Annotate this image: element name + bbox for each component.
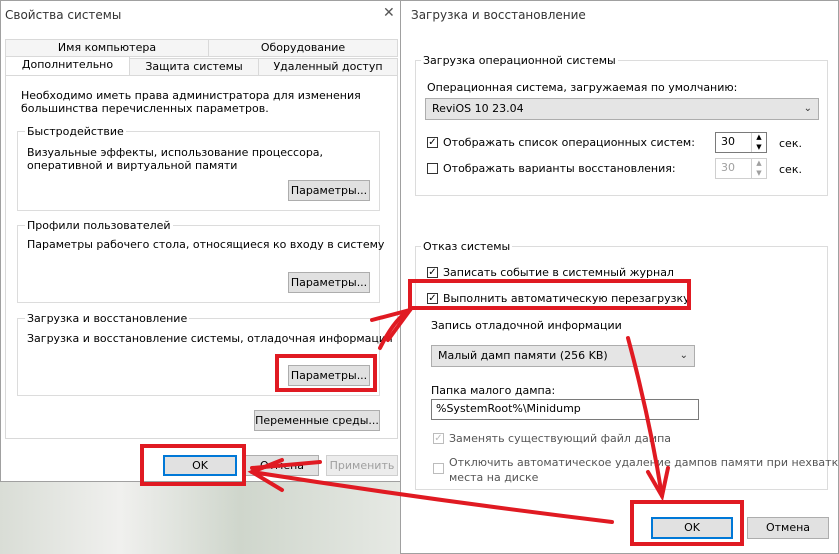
annotation-arrows bbox=[247, 306, 670, 524]
arrow-to-right-ok bbox=[626, 336, 664, 498]
arrow-to-left-ok bbox=[250, 470, 614, 524]
arrow-to-left-ok-2 bbox=[250, 460, 322, 470]
arrow-head bbox=[370, 306, 415, 342]
